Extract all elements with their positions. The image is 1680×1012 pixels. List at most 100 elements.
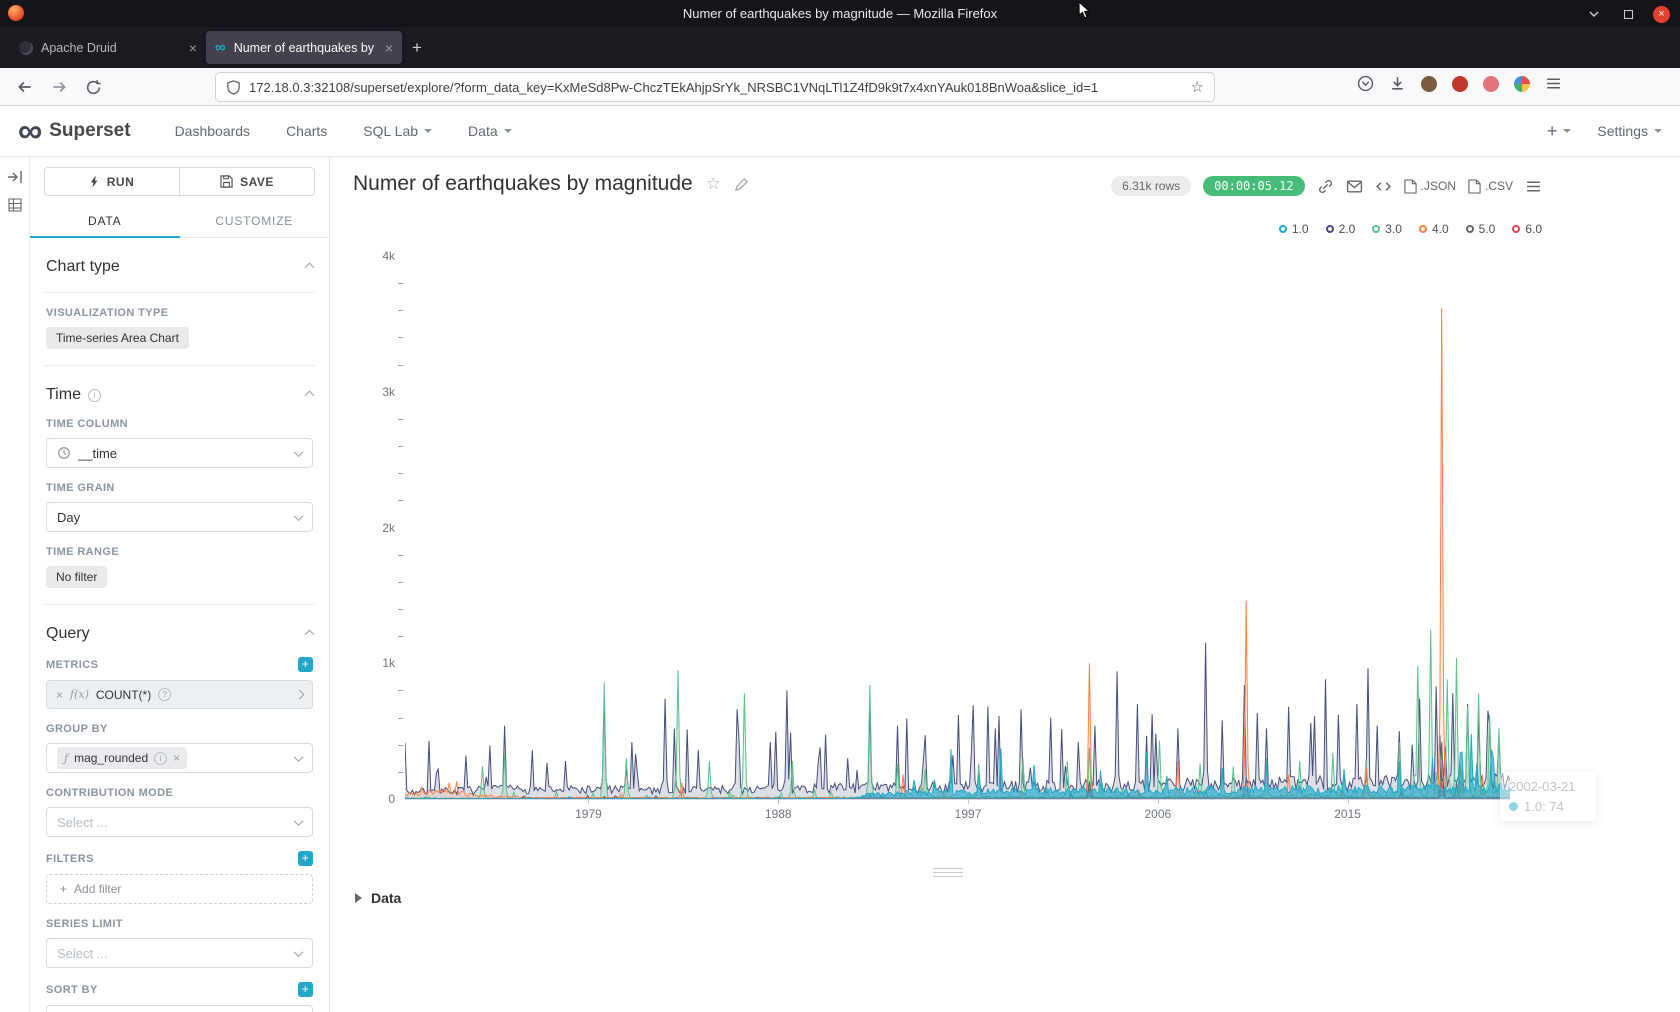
add-sort-button[interactable]: + [298, 982, 313, 997]
export-json-button[interactable]: .JSON [1404, 179, 1456, 194]
nav-dashboards[interactable]: Dashboards [175, 123, 251, 139]
email-icon[interactable] [1346, 178, 1363, 195]
metric-item[interactable]: × f(x) COUNT(*) ? [46, 680, 313, 709]
bookmark-star-icon[interactable]: ☆ [1191, 78, 1204, 96]
control-panel: RUN SAVE DATA CUSTOMIZE Chart type VISUA… [30, 157, 330, 1012]
back-button[interactable] [14, 76, 36, 98]
x-axis-tick [1348, 799, 1349, 804]
timeseries-area-chart[interactable] [405, 256, 1510, 799]
downloads-icon[interactable] [1389, 75, 1406, 92]
lightning-icon [90, 175, 100, 188]
section-query[interactable]: Query [46, 625, 313, 643]
tab-customize[interactable]: CUSTOMIZE [180, 205, 330, 237]
legend-item-2.0[interactable]: 2.0 [1326, 222, 1356, 236]
window-title: Numer of earthquakes by magnitude — Mozi… [683, 6, 997, 21]
y-axis-minor-tick [398, 718, 403, 719]
chevron-down-icon [1654, 129, 1662, 133]
close-button[interactable]: × [1653, 6, 1670, 23]
x-axis-tick [778, 799, 779, 804]
run-button[interactable]: RUN [45, 168, 180, 195]
legend-marker [1512, 225, 1520, 233]
superset-favicon: ∞ [215, 41, 226, 55]
extension-icon[interactable] [1452, 76, 1468, 92]
panel-resize-handle[interactable] [933, 865, 963, 877]
window-titlebar: Numer of earthquakes by magnitude — Mozi… [0, 0, 1680, 27]
info-icon: i [88, 389, 101, 402]
file-icon [1468, 179, 1481, 194]
series-limit-select[interactable]: Select ... [46, 938, 313, 968]
tab-earthquakes[interactable]: ∞ Numer of earthquakes by magnitude × [206, 31, 402, 64]
chart-menu-icon[interactable] [1525, 178, 1542, 195]
chevron-down-icon [504, 129, 512, 133]
export-csv-button[interactable]: .CSV [1468, 179, 1513, 194]
contribution-mode-select[interactable]: Select ... [46, 807, 313, 837]
y-axis-minor-tick [398, 636, 403, 637]
tab-close-icon[interactable]: × [385, 40, 393, 56]
tab-apache-druid[interactable]: Apache Druid × [10, 31, 206, 64]
chevron-up-icon [305, 390, 315, 400]
extension-icon[interactable] [1421, 76, 1437, 92]
query-timer-badge: 00:00:05.12 [1203, 176, 1304, 196]
pocket-icon[interactable] [1357, 75, 1374, 92]
chevron-down-icon [294, 511, 304, 521]
section-chart-type[interactable]: Chart type [46, 258, 313, 276]
legend-item-3.0[interactable]: 3.0 [1372, 222, 1402, 236]
remove-column-icon[interactable]: × [173, 751, 180, 765]
superset-logo-icon: ∞ [18, 116, 42, 146]
favorite-star-icon[interactable]: ☆ [706, 174, 721, 194]
y-axis-minor-tick [398, 772, 403, 773]
extension-icon[interactable] [1514, 76, 1530, 92]
legend-item-5.0[interactable]: 5.0 [1466, 222, 1496, 236]
copy-link-icon[interactable] [1317, 178, 1334, 195]
legend-item-1.0[interactable]: 1.0 [1279, 222, 1309, 236]
legend-marker [1279, 225, 1287, 233]
legend-item-4.0[interactable]: 4.0 [1419, 222, 1449, 236]
expand-datasource-icon[interactable] [7, 169, 29, 185]
legend-item-6.0[interactable]: 6.0 [1512, 222, 1542, 236]
settings-menu[interactable]: Settings [1597, 123, 1662, 139]
new-tab-button[interactable]: + [412, 38, 422, 58]
tab-data[interactable]: DATA [30, 205, 180, 237]
time-grain-select[interactable]: Day [46, 502, 313, 532]
data-panel-toggle[interactable]: Data [355, 890, 401, 906]
shield-icon[interactable] [226, 80, 241, 95]
chevron-down-icon [424, 129, 432, 133]
time-range-value[interactable]: No filter [46, 566, 107, 588]
x-axis-label: 2006 [1144, 807, 1171, 821]
x-axis-label: 2015 [1334, 807, 1361, 821]
edit-title-icon[interactable] [734, 177, 749, 192]
chevron-up-icon [305, 262, 315, 272]
url-bar[interactable]: 172.18.0.3:32108/superset/explore/?form_… [215, 72, 1215, 102]
dataset-grid-icon[interactable] [7, 197, 29, 213]
new-item-button[interactable]: + [1547, 121, 1572, 142]
add-metric-button[interactable]: + [298, 657, 313, 672]
embed-code-icon[interactable] [1375, 178, 1392, 195]
minimize-button[interactable] [1585, 5, 1603, 23]
chevron-down-icon [294, 947, 304, 957]
group-by-pill[interactable]: ƒ mag_rounded i × [57, 747, 187, 769]
superset-logo[interactable]: ∞ Superset [18, 116, 131, 146]
maximize-button[interactable] [1619, 5, 1637, 23]
tab-close-icon[interactable]: × [189, 40, 197, 56]
time-column-select[interactable]: __time [46, 438, 313, 468]
sort-by-select[interactable]: Select ... [46, 1005, 313, 1012]
x-axis-label: 1997 [955, 807, 982, 821]
remove-metric-icon[interactable]: × [56, 688, 63, 702]
legend-label: 5.0 [1479, 222, 1496, 236]
add-filter-button[interactable]: + Add filter [46, 874, 313, 904]
viz-type-value[interactable]: Time-series Area Chart [46, 327, 189, 349]
group-by-select[interactable]: ƒ mag_rounded i × [46, 743, 313, 773]
section-time[interactable]: Timei [46, 386, 313, 404]
forward-button[interactable] [48, 76, 70, 98]
nav-charts[interactable]: Charts [286, 123, 327, 139]
nav-sql-lab[interactable]: SQL Lab [363, 123, 432, 139]
nav-data[interactable]: Data [468, 123, 512, 139]
firefox-menu-icon[interactable] [1545, 75, 1562, 92]
legend-label: 6.0 [1525, 222, 1542, 236]
save-button[interactable]: SAVE [180, 168, 314, 195]
extension-icon[interactable] [1483, 76, 1499, 92]
chart-plot-area[interactable]: 2002-03-21 1.0: 74 01k2k3k4k197919881997… [405, 256, 1510, 799]
add-filter-plus-button[interactable]: + [298, 851, 313, 866]
reload-button[interactable] [82, 76, 104, 98]
url-text: 172.18.0.3:32108/superset/explore/?form_… [249, 80, 1183, 95]
